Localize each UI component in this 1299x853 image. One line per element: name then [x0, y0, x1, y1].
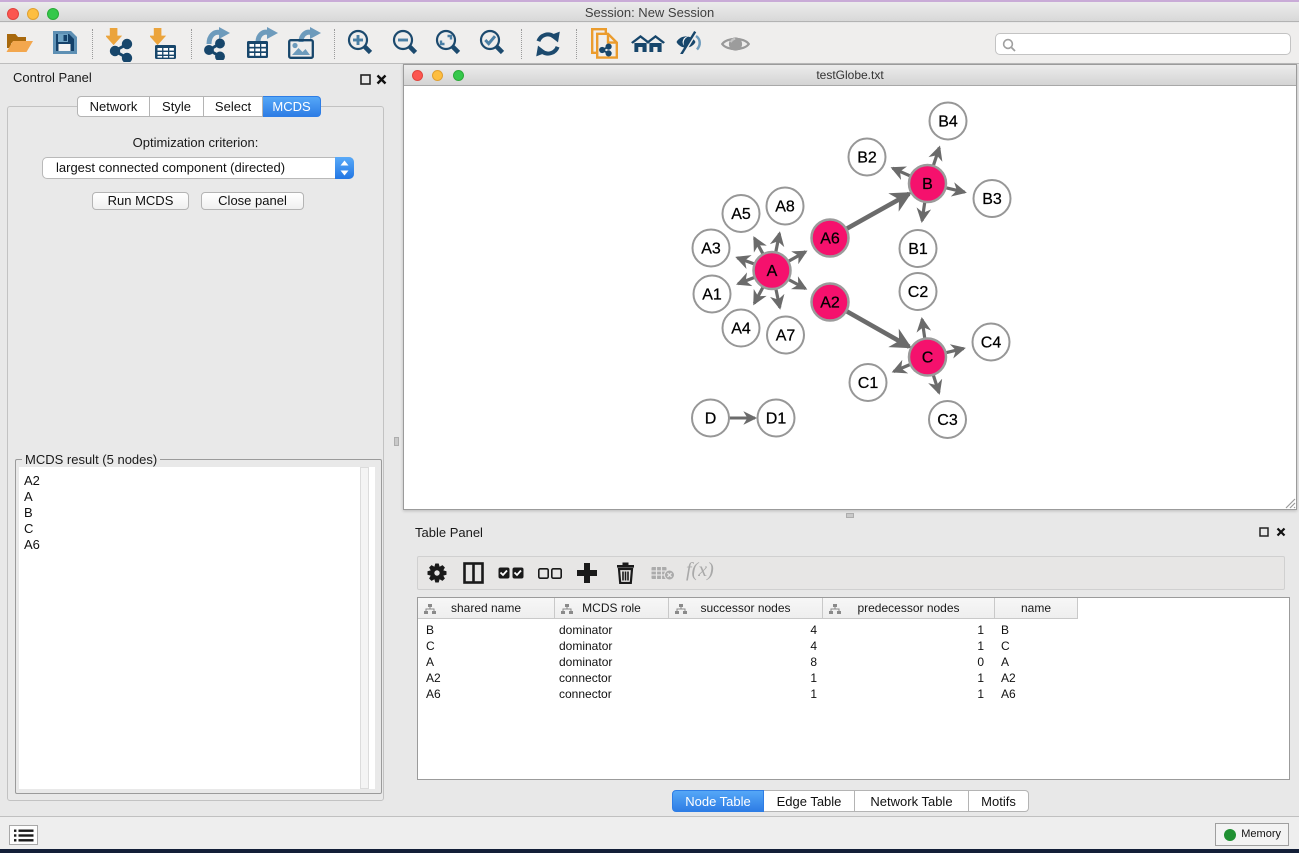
svg-text:C1: C1: [858, 375, 879, 392]
svg-text:B4: B4: [938, 114, 958, 131]
svg-text:B1: B1: [908, 241, 928, 258]
svg-text:A8: A8: [775, 199, 795, 216]
svg-text:A: A: [767, 263, 778, 280]
svg-text:C4: C4: [981, 335, 1002, 352]
svg-text:D1: D1: [766, 411, 787, 428]
svg-text:B2: B2: [857, 150, 877, 167]
svg-text:B: B: [922, 176, 933, 193]
svg-text:A4: A4: [731, 321, 751, 338]
svg-text:A3: A3: [701, 241, 721, 258]
svg-text:C2: C2: [908, 284, 929, 301]
svg-text:C3: C3: [937, 412, 958, 429]
svg-text:A5: A5: [731, 206, 751, 223]
svg-text:A2: A2: [820, 295, 840, 312]
svg-text:A1: A1: [702, 287, 722, 304]
svg-text:A6: A6: [820, 231, 840, 248]
svg-text:D: D: [705, 411, 717, 428]
svg-text:A7: A7: [776, 328, 796, 345]
svg-text:B3: B3: [982, 191, 1002, 208]
svg-text:C: C: [922, 350, 934, 367]
